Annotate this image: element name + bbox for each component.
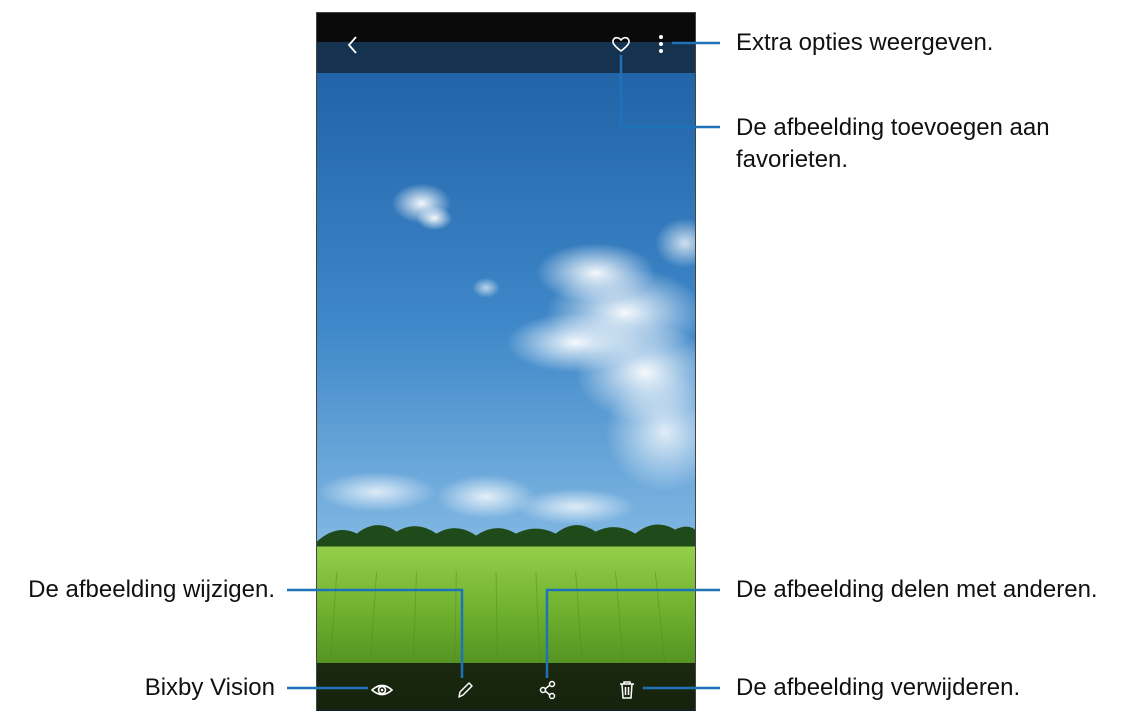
delete-callout: De afbeelding verwijderen.	[736, 674, 1021, 701]
more-options-callout: Extra opties weergeven.	[736, 29, 994, 56]
favorite-callout-line2: favorieten.	[736, 146, 849, 173]
gallery-viewer-illustration: Extra opties weergeven. De afbeelding to…	[0, 0, 1135, 711]
edit-callout: De afbeelding wijzigen.	[28, 576, 275, 603]
share-callout: De afbeelding delen met anderen.	[736, 576, 1098, 603]
favorite-callout-line1: De afbeelding toevoegen aan	[736, 114, 1050, 141]
bixby-vision-callout: Bixby Vision	[144, 674, 275, 701]
